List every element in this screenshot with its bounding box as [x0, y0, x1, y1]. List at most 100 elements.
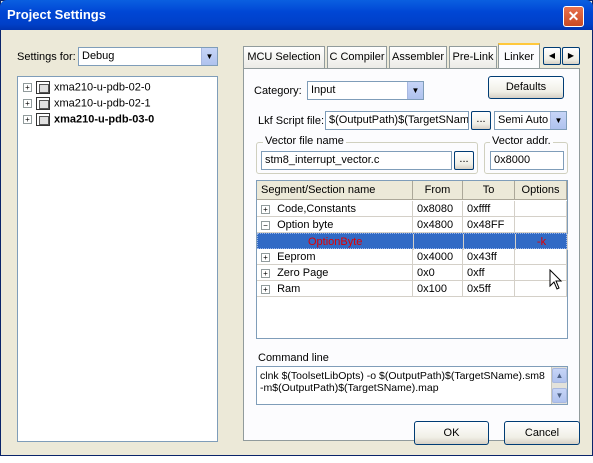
column-header-label: To	[482, 184, 495, 196]
table-row[interactable]: + Ram 0x100 0x5ff	[257, 281, 567, 297]
expand-icon[interactable]: +	[261, 204, 270, 214]
expand-icon[interactable]: +	[23, 115, 32, 124]
lkf-script-label: Lkf Script file:	[258, 115, 325, 127]
cancel-button[interactable]: Cancel	[504, 421, 580, 445]
tab-c-compiler[interactable]: C Compiler	[327, 46, 387, 68]
command-line-scrollbar[interactable]: ▲ ▼	[551, 367, 567, 404]
settings-for-select[interactable]: Debug ▼	[78, 47, 218, 66]
cancel-label: Cancel	[524, 427, 560, 439]
section-options: -k	[536, 236, 547, 248]
segment-from: 0x0	[417, 267, 435, 279]
tab-mcu-selection[interactable]: MCU Selection	[243, 46, 325, 68]
tree-item-label: xma210-u-pdb-03-0	[54, 113, 155, 126]
table-row[interactable]: − Option byte 0x4800 0x48FF	[257, 217, 567, 233]
vector-browse-button[interactable]: ...	[454, 151, 474, 170]
tab-pre-link[interactable]: Pre-Link	[449, 46, 497, 68]
tree-item[interactable]: + xma210-u-pdb-02-1	[23, 97, 151, 113]
tab-linker[interactable]: Linker	[498, 43, 540, 69]
table-row[interactable]: + Code,Constants 0x8080 0xffff	[257, 201, 567, 217]
title-bar[interactable]: Project Settings ✕	[0, 0, 593, 30]
segment-to: 0xff	[467, 267, 485, 279]
project-icon	[36, 81, 50, 94]
tab-scroll-left-button[interactable]: ◀	[543, 47, 561, 65]
scroll-down-button[interactable]: ▼	[552, 388, 567, 403]
expand-icon[interactable]: +	[261, 252, 270, 262]
column-header-from[interactable]: From	[413, 181, 463, 200]
close-icon: ✕	[567, 8, 580, 24]
vector-addr-field[interactable]: 0x8000	[490, 151, 564, 170]
chevron-down-icon[interactable]: ▼	[407, 82, 423, 99]
vector-addr-value: 0x8000	[494, 154, 531, 166]
lkf-browse-label: ...	[476, 113, 486, 125]
tab-label: Pre-Link	[452, 51, 494, 63]
settings-for-label: Settings for:	[17, 51, 76, 63]
table-row-selected[interactable]: OptionByte -k	[257, 233, 568, 250]
segment-name: Ram	[277, 283, 301, 295]
segment-to: 0x43ff	[467, 251, 497, 263]
category-select[interactable]: Input ▼	[307, 81, 424, 100]
defaults-button[interactable]: Defaults	[488, 76, 564, 99]
column-header-segment[interactable]: Segment/Section name	[257, 181, 413, 200]
category-value: Input	[311, 84, 336, 96]
segment-name: Zero Page	[277, 267, 329, 279]
window-title: Project Settings	[7, 7, 106, 22]
chevron-down-icon[interactable]: ▼	[201, 48, 217, 65]
category-label: Category:	[254, 85, 302, 97]
collapse-icon[interactable]: −	[261, 220, 270, 230]
vector-browse-label: ...	[459, 153, 469, 165]
segment-from: 0x8080	[417, 203, 454, 215]
tree-item[interactable]: + xma210-u-pdb-03-0	[23, 113, 154, 129]
command-line-field[interactable]: clnk $(ToolsetLibOpts) -o $(OutputPath)$…	[256, 366, 568, 405]
tree-item-label: xma210-u-pdb-02-1	[54, 97, 151, 110]
expand-icon[interactable]: +	[23, 83, 32, 92]
expand-icon[interactable]: +	[261, 268, 270, 278]
chevron-down-icon[interactable]: ▼	[550, 112, 566, 129]
scroll-up-button[interactable]: ▲	[552, 368, 567, 383]
expand-icon[interactable]: +	[261, 284, 270, 294]
expand-icon[interactable]: +	[23, 99, 32, 108]
segment-name: Code,Constants	[277, 203, 356, 215]
lkf-script-value: $(OutputPath)$(TargetSNam	[329, 114, 469, 126]
tab-label: Linker	[504, 51, 534, 63]
tab-assembler[interactable]: Assembler	[389, 46, 447, 68]
segment-grid: Segment/Section name From To Options + C…	[256, 180, 568, 339]
table-row[interactable]: + Eeprom 0x4000 0x43ff	[257, 249, 567, 265]
tree-item[interactable]: + xma210-u-pdb-02-0	[23, 81, 151, 97]
segment-from: 0x4000	[417, 251, 454, 263]
mouse-cursor-icon	[549, 269, 563, 290]
section-name: OptionByte	[308, 236, 363, 248]
segment-from: 0x4800	[417, 219, 454, 231]
column-header-label: Options	[521, 184, 560, 196]
table-row[interactable]: + Zero Page 0x0 0xff	[257, 265, 567, 281]
settings-for-value: Debug	[82, 50, 115, 62]
lkf-browse-button[interactable]: ...	[471, 111, 491, 130]
tab-label: C Compiler	[329, 51, 385, 63]
tab-scroll-right-button[interactable]: ▶	[562, 47, 580, 65]
arrow-right-icon: ▶	[567, 51, 575, 60]
vector-file-field[interactable]: stm8_interrupt_vector.c	[261, 151, 452, 170]
tab-label: Assembler	[392, 51, 444, 63]
tree-item-label: xma210-u-pdb-02-0	[54, 81, 151, 94]
vector-addr-label: Vector addr.	[490, 135, 553, 147]
column-header-to[interactable]: To	[463, 181, 515, 200]
close-button[interactable]: ✕	[563, 6, 584, 27]
defaults-label: Defaults	[505, 81, 547, 93]
vector-file-label: Vector file name	[263, 135, 346, 147]
column-header-options[interactable]: Options	[515, 181, 567, 200]
command-line-value: clnk $(ToolsetLibOpts) -o $(OutputPath)$…	[260, 370, 545, 394]
ok-label: OK	[443, 427, 460, 439]
segment-to: 0x48FF	[467, 219, 505, 231]
column-header-label: Segment/Section name	[261, 184, 376, 196]
lkf-mode-value: Semi Auto	[498, 114, 549, 126]
project-tree: + xma210-u-pdb-02-0 + xma210-u-pdb-02-1 + x…	[17, 76, 218, 442]
tab-label: MCU Selection	[247, 51, 321, 63]
ok-button[interactable]: OK	[414, 421, 489, 445]
lkf-mode-select[interactable]: Semi Auto ▼	[494, 111, 567, 130]
column-header-label: From	[424, 184, 451, 196]
segment-from: 0x100	[417, 283, 447, 295]
arrow-left-icon: ◀	[548, 51, 556, 60]
segment-name: Eeprom	[277, 251, 316, 263]
vector-file-value: stm8_interrupt_vector.c	[265, 154, 380, 166]
project-icon	[36, 113, 50, 126]
lkf-script-field[interactable]: $(OutputPath)$(TargetSNam	[325, 111, 469, 130]
